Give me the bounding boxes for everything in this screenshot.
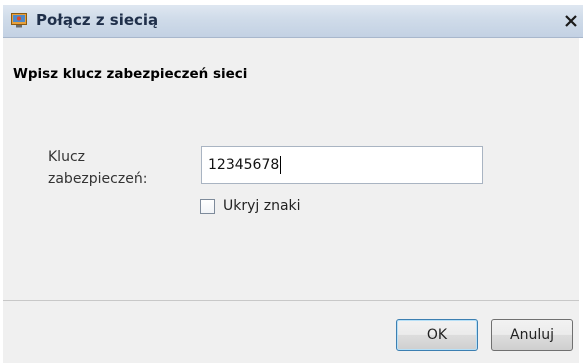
title-bar[interactable]: Połącz z siecią bbox=[3, 5, 583, 38]
connect-dialog: Połącz z siecią Wpisz klucz zabezpieczeń… bbox=[0, 0, 585, 363]
hide-characters-label: Ukryj znaki bbox=[223, 198, 301, 214]
hide-characters-checkbox[interactable] bbox=[200, 198, 215, 214]
ok-button[interactable]: OK bbox=[396, 319, 478, 351]
cancel-button[interactable]: Anuluj bbox=[491, 319, 573, 351]
close-button[interactable] bbox=[561, 11, 581, 31]
security-key-label: Klucz zabezpieczeń: bbox=[48, 146, 168, 190]
security-key-label-line2: zabezpieczeń: bbox=[48, 171, 148, 187]
window-edge bbox=[579, 38, 585, 362]
window-title: Połącz z siecią bbox=[36, 11, 159, 29]
text-caret bbox=[280, 156, 282, 174]
network-connect-icon bbox=[11, 13, 27, 28]
security-key-input[interactable]: 12345678 bbox=[201, 146, 483, 184]
security-key-label-line1: Klucz bbox=[48, 149, 85, 165]
security-key-value: 12345678 bbox=[208, 157, 280, 173]
hide-characters-option[interactable]: Ukryj znaki bbox=[200, 198, 301, 214]
dialog-heading: Wpisz klucz zabezpieczeń sieci bbox=[13, 66, 248, 82]
close-icon bbox=[565, 15, 577, 27]
dialog-content: Wpisz klucz zabezpieczeń sieci Klucz zab… bbox=[3, 38, 579, 300]
